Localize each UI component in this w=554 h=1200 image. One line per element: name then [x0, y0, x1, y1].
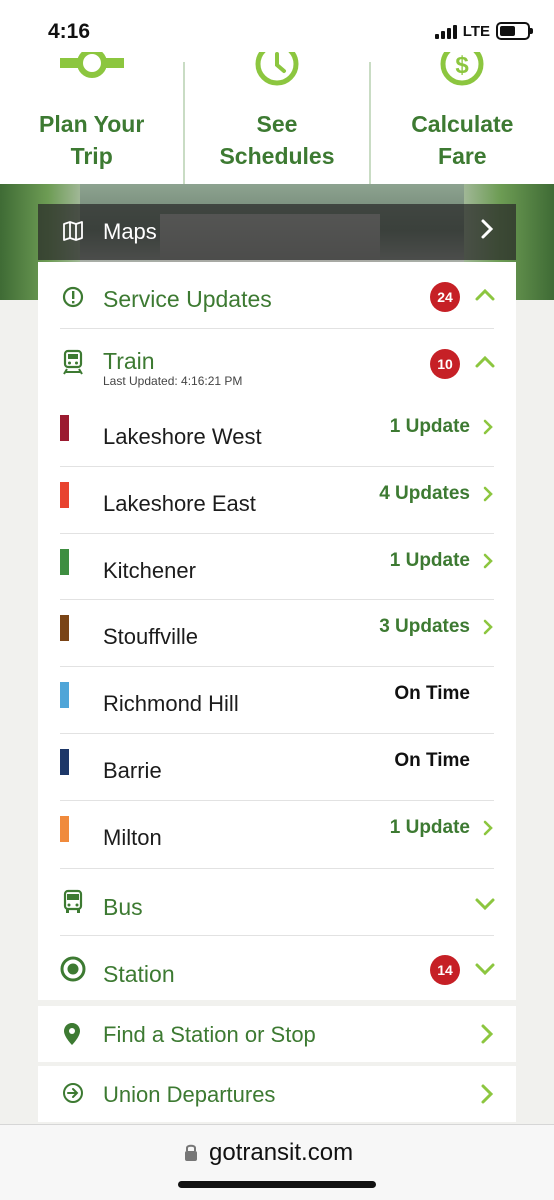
- bus-header[interactable]: Bus: [38, 869, 516, 935]
- see-schedules-label-1: See: [256, 111, 298, 137]
- chevron-down-icon: [474, 897, 496, 916]
- chevron-right-icon: [482, 485, 494, 508]
- line-status: 4 Updates: [379, 482, 470, 504]
- calculate-fare-label-1: Calculate: [411, 111, 514, 137]
- chevron-right-icon: [480, 1083, 494, 1110]
- battery-icon: [496, 22, 533, 40]
- bus-title: Bus: [103, 894, 143, 920]
- chevron-up-icon: [474, 355, 496, 374]
- train-line-row[interactable]: Lakeshore East 4 Updates: [38, 467, 516, 534]
- arrow-circle-icon: [62, 1082, 84, 1109]
- alert-icon: [62, 286, 84, 313]
- calculate-fare-button[interactable]: $ Calculate Fare: [368, 42, 554, 184]
- chevron-right-icon: [482, 552, 494, 575]
- browser-address-bar[interactable]: gotransit.com: [0, 1124, 554, 1200]
- line-name: Milton: [103, 824, 162, 850]
- status-time: 4:16: [48, 20, 91, 43]
- lock-icon: [183, 1143, 199, 1168]
- url-text: gotransit.com: [209, 1139, 354, 1166]
- last-updated: Last Updated: 4:16:21 PM: [103, 374, 243, 388]
- line-color-indicator: [60, 548, 69, 575]
- chevron-right-icon: [482, 618, 494, 641]
- train-line-row[interactable]: Kitchener 1 Update: [38, 534, 516, 601]
- line-status: On Time: [394, 750, 470, 771]
- chevron-right-icon: [480, 218, 494, 245]
- line-color-indicator: [60, 415, 69, 441]
- see-schedules-button[interactable]: See Schedules: [183, 42, 368, 184]
- train-line-row: Richmond Hill On Time: [38, 667, 516, 734]
- union-departures-link[interactable]: Union Departures: [38, 1066, 516, 1122]
- station-header[interactable]: Station 14: [38, 936, 516, 1000]
- find-station-label: Find a Station or Stop: [103, 1022, 316, 1047]
- line-color-indicator: [60, 615, 69, 642]
- signal-icon: [434, 23, 457, 39]
- line-status: 1 Update: [389, 816, 470, 838]
- chevron-up-icon: [474, 288, 496, 307]
- maps-link[interactable]: Maps: [38, 204, 516, 260]
- plan-trip-button[interactable]: Plan Your Trip: [0, 48, 183, 184]
- maps-label: Maps: [103, 219, 157, 244]
- station-icon: [60, 956, 86, 987]
- line-status: 3 Updates: [379, 616, 470, 638]
- network-type: LTE: [462, 22, 490, 40]
- svg-text:$: $: [456, 52, 470, 79]
- find-station-link[interactable]: Find a Station or Stop: [38, 1006, 516, 1062]
- map-icon: [62, 220, 84, 247]
- station-badge: 14: [430, 955, 460, 985]
- clock-icon: [253, 42, 301, 96]
- train-icon: [62, 349, 84, 380]
- line-name: Richmond Hill: [103, 691, 239, 717]
- train-line-row[interactable]: Lakeshore West 1 Update: [38, 400, 516, 467]
- service-updates-badge: 24: [430, 282, 460, 312]
- chevron-down-icon: [474, 962, 496, 981]
- line-color-indicator: [60, 682, 69, 709]
- train-title: Train: [103, 348, 155, 374]
- union-departures-label: Union Departures: [103, 1082, 276, 1107]
- line-name: Kitchener: [103, 557, 196, 583]
- train-line-row[interactable]: Milton 1 Update: [38, 801, 516, 868]
- see-schedules-label-2: Schedules: [219, 143, 335, 169]
- plan-trip-label-1: Plan Your: [39, 111, 145, 137]
- line-name: Stouffville: [103, 624, 198, 650]
- chevron-right-icon: [482, 418, 494, 441]
- home-indicator[interactable]: [178, 1181, 376, 1188]
- chevron-right-icon: [482, 819, 494, 842]
- line-color-indicator: [60, 481, 69, 508]
- calculate-fare-label-2: Fare: [438, 143, 487, 169]
- dollar-icon: $: [438, 42, 486, 96]
- line-color-indicator: [60, 749, 69, 775]
- train-line-row: Barrie On Time: [38, 734, 516, 801]
- line-status: 1 Update: [389, 416, 470, 437]
- route-icon: [59, 48, 124, 90]
- train-badge: 10: [430, 349, 460, 379]
- station-title: Station: [103, 961, 175, 987]
- service-updates-header[interactable]: Service Updates 24: [38, 262, 516, 328]
- plan-trip-label-2: Trip: [70, 143, 113, 169]
- bus-icon: [62, 889, 84, 920]
- line-color-indicator: [60, 815, 69, 842]
- quick-actions: Plan Your Trip See Schedules $ Calculate Fa…: [0, 42, 554, 184]
- train-line-row[interactable]: Stouffville 3 Updates: [38, 600, 516, 668]
- chevron-right-icon: [480, 1023, 494, 1050]
- service-updates-card: Service Updates 24 Train Last Updated: 4…: [38, 262, 516, 1000]
- line-name: Barrie: [103, 758, 162, 783]
- line-status: On Time: [394, 683, 470, 705]
- line-status: 1 Update: [389, 549, 470, 571]
- service-updates-title: Service Updates: [103, 286, 272, 312]
- status-indicators: LTE: [434, 22, 533, 40]
- train-header[interactable]: Train Last Updated: 4:16:21 PM 10: [38, 329, 516, 399]
- line-name: Lakeshore West: [103, 424, 262, 449]
- battery-level: [500, 26, 516, 36]
- location-pin-icon: [62, 1022, 82, 1051]
- line-name: Lakeshore East: [103, 490, 256, 516]
